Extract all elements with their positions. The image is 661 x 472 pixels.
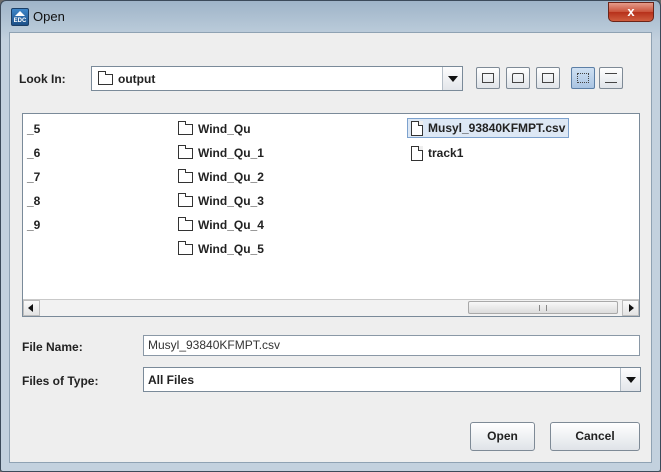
list-item[interactable]: _8 — [27, 192, 40, 210]
look-in-dropdown-button[interactable] — [442, 67, 462, 90]
list-item-selected[interactable]: Musyl_93840KFMPT.csv — [407, 118, 570, 138]
look-in-label: Look In: — [19, 72, 66, 86]
list-item[interactable]: _5 — [27, 120, 40, 138]
close-icon: x — [627, 4, 635, 19]
list-item[interactable]: Wind_Qu_3 — [178, 192, 264, 210]
folder-icon — [178, 193, 193, 208]
details-view-button[interactable] — [599, 67, 623, 89]
home-icon — [512, 73, 524, 83]
file-icon — [411, 146, 423, 162]
list-item[interactable]: Wind_Qu_1 — [178, 144, 264, 162]
list-item[interactable]: _7 — [27, 168, 40, 186]
new-folder-button[interactable] — [536, 67, 560, 89]
new-folder-icon — [542, 73, 554, 83]
arrow-left-icon — [28, 304, 33, 312]
dialog-content: Look In: output _5 _6 _7 _8 _9 Wind_Qu W… — [9, 32, 652, 463]
cancel-button[interactable]: Cancel — [550, 422, 640, 451]
close-button[interactable]: x — [608, 2, 654, 22]
file-list[interactable]: _5 _6 _7 _8 _9 Wind_Qu Wind_Qu_1 Wind_Qu… — [22, 113, 640, 317]
details-view-icon — [605, 73, 617, 83]
open-button[interactable]: Open — [470, 422, 535, 451]
up-one-level-button[interactable] — [476, 67, 500, 89]
chevron-down-icon — [448, 76, 458, 82]
list-item[interactable]: Wind_Qu — [178, 120, 251, 138]
list-item[interactable]: Wind_Qu_2 — [178, 168, 264, 186]
list-item[interactable]: track1 — [411, 144, 463, 162]
look-in-value: output — [118, 72, 156, 86]
file-type-label: Files of Type: — [22, 374, 99, 388]
folder-icon — [178, 217, 193, 232]
app-icon: EDC — [11, 8, 29, 26]
folder-icon — [178, 169, 193, 184]
chevron-down-icon — [626, 377, 636, 383]
file-name-label: File Name: — [22, 340, 83, 354]
scroll-right-button[interactable] — [622, 300, 639, 316]
list-item[interactable]: Wind_Qu_5 — [178, 240, 264, 258]
horizontal-scrollbar[interactable] — [23, 299, 639, 316]
home-button[interactable] — [506, 67, 530, 89]
list-item[interactable]: _9 — [27, 216, 40, 234]
window-title: Open — [33, 9, 65, 24]
list-item[interactable]: _6 — [27, 144, 40, 162]
scroll-left-button[interactable] — [23, 300, 40, 316]
list-view-button[interactable] — [571, 67, 595, 89]
file-type-combo[interactable]: All Files — [143, 367, 641, 392]
folder-icon — [178, 241, 193, 256]
folder-icon — [178, 145, 193, 160]
title-bar[interactable]: EDC Open x — [1, 1, 660, 33]
file-type-dropdown-button[interactable] — [620, 368, 640, 391]
up-one-level-icon — [482, 73, 494, 83]
scroll-thumb[interactable] — [468, 301, 618, 314]
list-item[interactable]: Wind_Qu_4 — [178, 216, 264, 234]
file-icon — [411, 121, 423, 137]
folder-icon — [98, 71, 113, 86]
look-in-combo[interactable]: output — [91, 66, 463, 91]
list-view-icon — [577, 73, 589, 83]
arrow-right-icon — [629, 304, 634, 312]
open-dialog: EDC Open x Look In: output _5 _6 _7 _8 _… — [0, 0, 661, 472]
file-type-value: All Files — [148, 373, 195, 387]
folder-icon — [178, 121, 193, 136]
file-name-field[interactable]: Musyl_93840KFMPT.csv — [143, 335, 640, 356]
